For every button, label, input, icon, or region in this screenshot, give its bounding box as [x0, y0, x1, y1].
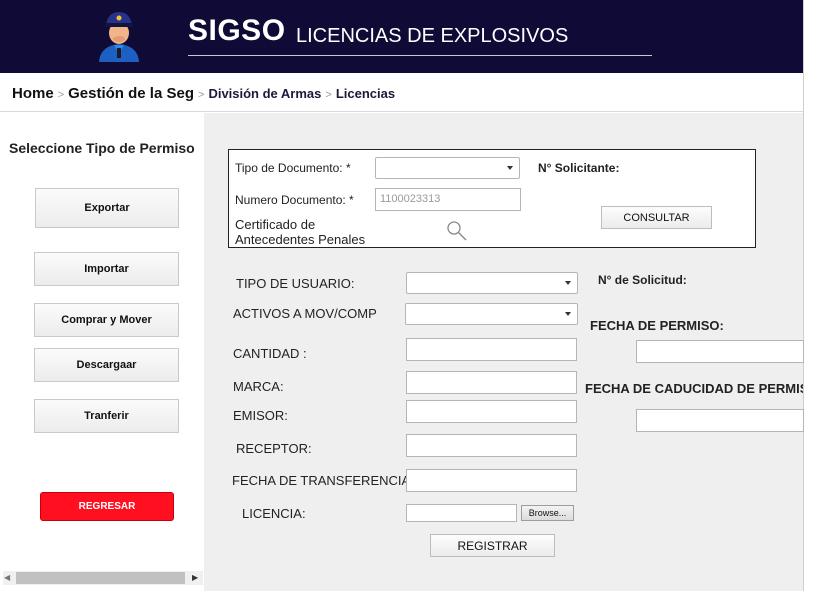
fecha-caducidad-label: FECHA DE CADUCIDAD DE PERMISO — [585, 381, 803, 396]
issuer-input[interactable] — [406, 400, 577, 423]
buy-move-button[interactable]: Comprar y Mover — [34, 303, 179, 337]
breadcrumb-division[interactable]: División de Armas — [208, 86, 321, 101]
solicitante-label: N° Solicitante: — [538, 161, 620, 175]
sidebar-title: Seleccione Tipo de Permiso — [9, 140, 195, 156]
back-button[interactable]: REGRESAR — [40, 492, 174, 521]
chevron-down-icon — [565, 312, 571, 316]
transfer-button[interactable]: Tranferir — [34, 399, 179, 433]
breadcrumb-gestion[interactable]: Gestión de la Seg — [68, 85, 194, 102]
consult-button[interactable]: CONSULTAR — [601, 206, 712, 229]
scrollbar-thumb[interactable] — [16, 572, 185, 584]
breadcrumb-separator: > — [325, 89, 332, 101]
police-officer-logo-icon — [99, 12, 139, 62]
breadcrumb-home[interactable]: Home — [12, 85, 54, 102]
license-file-input[interactable] — [406, 504, 517, 522]
activos-label: ACTIVOS A MOV/COMP — [233, 306, 377, 321]
expiry-date-input[interactable] — [636, 409, 804, 432]
receiver-input[interactable] — [406, 434, 577, 457]
fecha-transferencia-label: FECHA DE TRANSFERENCIA — [232, 473, 408, 488]
user-type-select[interactable] — [406, 272, 578, 294]
window-edge — [803, 0, 814, 591]
tipo-usuario-label: TIPO DE USUARIO: — [236, 276, 355, 291]
search-icon[interactable] — [446, 220, 468, 242]
breadcrumb-licencias[interactable]: Licencias — [336, 86, 395, 101]
assets-select[interactable] — [405, 303, 578, 325]
scroll-right-icon[interactable]: ▶ — [192, 573, 198, 582]
chevron-down-icon — [507, 166, 513, 170]
solicitud-label: N° de Solicitud: — [598, 273, 687, 287]
doc-number-input[interactable]: 1100023313 — [375, 188, 521, 211]
certificate-label-line1: Certificado de — [235, 217, 316, 232]
receptor-label: RECEPTOR: — [236, 441, 312, 456]
import-button[interactable]: Importar — [34, 252, 179, 286]
browse-button[interactable]: Browse... — [521, 505, 574, 521]
marca-label: MARCA: — [233, 379, 284, 394]
breadcrumb-separator: > — [57, 89, 65, 101]
scroll-left-icon[interactable]: ◀ — [4, 573, 10, 582]
breadcrumb-divider — [0, 111, 803, 112]
doc-type-select[interactable] — [375, 157, 520, 179]
download-button[interactable]: Descargaar — [34, 348, 179, 382]
doc-number-label: Numero Documento: * — [235, 193, 354, 207]
breadcrumb-separator: > — [198, 89, 205, 101]
chevron-down-icon — [565, 281, 571, 285]
certificate-label: Certificado de Antecedentes Penales — [235, 217, 365, 247]
quantity-input[interactable] — [406, 338, 577, 361]
brand-input[interactable] — [406, 371, 577, 394]
permit-date-input[interactable] — [636, 340, 804, 363]
breadcrumb: Home > Gestión de la Seg > División de Armas… — [12, 85, 395, 102]
app-title: SIGSO — [188, 14, 286, 47]
transfer-date-input[interactable] — [406, 469, 577, 492]
app-subtitle: LICENCIAS DE EXPLOSIVOS — [296, 25, 569, 47]
export-button[interactable]: Exportar — [35, 188, 179, 228]
cantidad-label: CANTIDAD : — [233, 346, 307, 361]
fecha-permiso-label: FECHA DE PERMISO: — [590, 318, 724, 333]
doc-type-label: Tipo de Documento: * — [235, 161, 351, 175]
licencia-label: LICENCIA: — [242, 506, 306, 521]
emisor-label: EMISOR: — [233, 408, 288, 423]
header-underline — [188, 55, 652, 56]
register-button[interactable]: REGISTRAR — [430, 534, 555, 557]
certificate-label-line2: Antecedentes Penales — [235, 232, 366, 247]
